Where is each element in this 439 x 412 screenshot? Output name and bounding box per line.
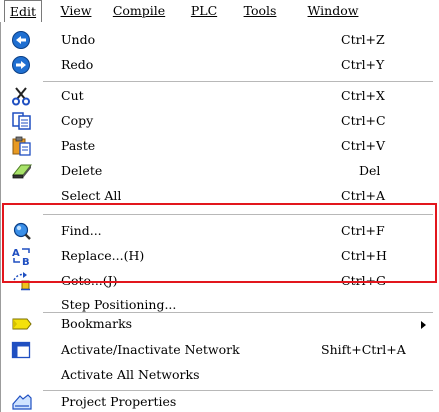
menu-item-label: Undo [61, 32, 96, 47]
project-properties-icon [11, 392, 33, 412]
submenu-arrow-icon [421, 321, 426, 329]
menu-bar: Edit View Compile PLC Tools Window [0, 0, 439, 24]
menu-item-activate-all-networks[interactable]: Activate All Networks [1, 363, 439, 387]
menu-item-label: Project Properties [61, 394, 177, 409]
menu-item-shortcut: Ctrl+C [341, 113, 386, 128]
menu-item-label: Delete [61, 163, 103, 178]
menu-item-copy[interactable]: Copy Ctrl+C [1, 109, 439, 133]
menu-item-label: Activate/Inactivate Network [61, 342, 240, 357]
menu-edit-label: Edit [9, 4, 37, 19]
menu-item-delete[interactable]: Delete Del [1, 159, 439, 183]
bookmark-icon [11, 314, 33, 334]
menu-item-cut[interactable]: Cut Ctrl+X [1, 84, 439, 108]
menu-item-label: Copy [61, 113, 94, 128]
menu-compile[interactable]: Compile [104, 0, 174, 22]
menu-item-label: Cut [61, 88, 84, 103]
network-icon [11, 340, 33, 360]
undo-icon [11, 30, 33, 50]
menu-window-label: Window [307, 3, 359, 18]
menu-item-label: Bookmarks [61, 316, 133, 331]
highlight-box [2, 203, 437, 283]
menu-item-shortcut: Del [359, 163, 381, 178]
menu-item-shortcut: Ctrl+Y [341, 57, 385, 72]
menu-item-label: Activate All Networks [61, 367, 200, 382]
cut-icon [11, 86, 33, 106]
menu-item-shortcut: Ctrl+X [341, 88, 385, 103]
menu-view[interactable]: View [56, 0, 96, 22]
eraser-icon [11, 161, 33, 181]
edit-dropdown-menu: Undo Ctrl+Z Redo Ctrl+Y Cut Ctrl+X Copy … [0, 22, 439, 412]
menu-compile-label: Compile [112, 3, 166, 18]
menu-window[interactable]: Window [298, 0, 368, 22]
paste-icon [11, 136, 33, 156]
menu-item-shortcut: Ctrl+Z [341, 32, 385, 47]
menu-item-label: Redo [61, 57, 94, 72]
menu-plc-label: PLC [190, 3, 218, 18]
menu-item-redo[interactable]: Redo Ctrl+Y [1, 53, 439, 77]
menu-item-project-properties[interactable]: Project Properties [1, 390, 439, 412]
menu-item-label: Paste [61, 138, 96, 153]
menu-item-paste[interactable]: Paste Ctrl+V [1, 134, 439, 158]
copy-icon [11, 111, 33, 131]
menu-plc[interactable]: PLC [184, 0, 224, 22]
redo-icon [11, 55, 33, 75]
menu-view-label: View [60, 3, 92, 18]
menu-item-shortcut: Ctrl+V [341, 138, 386, 153]
menu-item-bookmarks[interactable]: Bookmarks [1, 312, 439, 336]
menu-item-shortcut: Shift+Ctrl+A [321, 342, 406, 357]
menu-edit[interactable]: Edit [4, 0, 42, 22]
menu-separator [43, 81, 433, 82]
menu-item-undo[interactable]: Undo Ctrl+Z [1, 28, 439, 52]
menu-item-activate-inactivate-network[interactable]: Activate/Inactivate Network Shift+Ctrl+A [1, 338, 439, 362]
menu-tools-label: Tools [243, 3, 277, 18]
menu-tools[interactable]: Tools [232, 0, 288, 22]
